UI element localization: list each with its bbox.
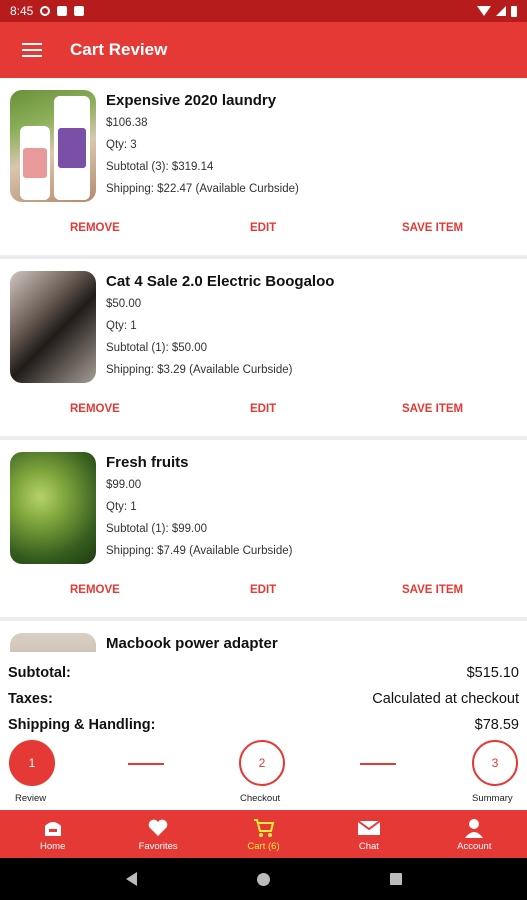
product-name: Macbook power adapter	[106, 635, 278, 652]
mail-icon	[357, 817, 381, 839]
bottom-navigation: Home Favorites Cart (6) Chat Account	[0, 810, 527, 858]
recent-apps-icon[interactable]	[389, 873, 402, 885]
sd-card-status-icon	[74, 6, 85, 16]
cart-icon	[253, 817, 275, 839]
cart-item-list[interactable]: Expensive 2020 laundry $106.38 Qty: 3 Su…	[0, 78, 527, 652]
product-price: $106.38	[106, 117, 148, 129]
cart-item-card: Macbook power adapter	[0, 621, 527, 652]
remove-button[interactable]: REMOVE	[70, 403, 120, 415]
hamburger-menu-icon[interactable]	[22, 43, 42, 57]
subtotal-label: Subtotal:	[8, 665, 71, 681]
step-review-label: Review	[15, 793, 47, 804]
product-qty: Qty: 1	[106, 320, 137, 332]
taxes-label: Taxes:	[8, 691, 53, 707]
notification-status-icon	[57, 6, 68, 16]
back-icon[interactable]	[125, 872, 137, 886]
system-navigation-bar	[0, 858, 527, 900]
edit-button[interactable]: EDIT	[250, 222, 276, 234]
nav-favorites-label: Favorites	[138, 840, 178, 852]
product-qty: Qty: 3	[106, 139, 137, 151]
step-checkout[interactable]: 2	[239, 740, 285, 786]
remove-button[interactable]: REMOVE	[70, 222, 120, 234]
nav-cart[interactable]: Cart (6)	[211, 810, 316, 858]
product-subtotal: Subtotal (1): $50.00	[106, 342, 208, 354]
nav-cart-label: Cart (6)	[247, 840, 280, 852]
signal-icon	[496, 6, 506, 16]
home-icon	[42, 817, 64, 839]
shipping-row: Shipping & Handling: $78.59	[8, 712, 519, 738]
save-item-button[interactable]: SAVE ITEM	[402, 584, 463, 596]
product-name: Expensive 2020 laundry	[106, 92, 277, 109]
product-image-fruit	[10, 452, 96, 564]
subtotal-row: Subtotal: $515.10	[8, 660, 519, 686]
nav-account[interactable]: Account	[422, 810, 527, 858]
order-totals: Subtotal: $515.10 Taxes: Calculated at c…	[0, 652, 527, 738]
checkout-stepper: 1 Review 2 Checkout 3 Summary	[0, 738, 527, 810]
product-shipping: Shipping: $22.47 (Available Curbside)	[106, 183, 299, 195]
remove-button[interactable]: REMOVE	[70, 584, 120, 596]
heart-icon	[147, 817, 169, 839]
save-item-button[interactable]: SAVE ITEM	[402, 403, 463, 415]
shipping-label: Shipping & Handling:	[8, 717, 156, 733]
edit-button[interactable]: EDIT	[250, 584, 276, 596]
product-qty: Qty: 1	[106, 501, 137, 513]
taxes-value: Calculated at checkout	[372, 691, 519, 707]
status-time: 8:45	[10, 4, 34, 18]
settings-status-icon	[40, 6, 51, 16]
step-connector	[128, 763, 164, 765]
step-summary-label: Summary	[472, 793, 513, 804]
product-subtotal: Subtotal (3): $319.14	[106, 161, 214, 173]
product-subtotal: Subtotal (1): $99.00	[106, 523, 208, 535]
status-bar: 8:45	[0, 0, 527, 22]
product-shipping: Shipping: $7.49 (Available Curbside)	[106, 545, 293, 557]
cart-item-card: Expensive 2020 laundry $106.38 Qty: 3 Su…	[0, 78, 527, 255]
app-bar: Cart Review	[0, 22, 527, 78]
taxes-row: Taxes: Calculated at checkout	[8, 686, 519, 712]
shipping-value: $78.59	[474, 717, 519, 733]
step-connector	[360, 763, 396, 765]
person-icon	[463, 817, 485, 839]
subtotal-value: $515.10	[466, 665, 519, 681]
battery-icon	[511, 5, 517, 17]
product-name: Fresh fruits	[106, 454, 189, 471]
step-checkout-label: Checkout	[240, 793, 281, 804]
nav-home-label: Home	[40, 840, 66, 852]
page-title: Cart Review	[70, 40, 168, 59]
product-price: $50.00	[106, 298, 142, 310]
nav-chat-label: Chat	[358, 840, 379, 852]
save-item-button[interactable]: SAVE ITEM	[402, 222, 463, 234]
product-shipping: Shipping: $3.29 (Available Curbside)	[106, 364, 293, 376]
home-circle-icon[interactable]	[256, 872, 270, 886]
nav-favorites[interactable]: Favorites	[105, 810, 210, 858]
cart-item-card: Cat 4 Sale 2.0 Electric Boogaloo $50.00 …	[0, 259, 527, 436]
step-summary[interactable]: 3	[472, 740, 518, 786]
product-name: Cat 4 Sale 2.0 Electric Boogaloo	[106, 273, 335, 290]
product-price: $99.00	[106, 479, 142, 491]
nav-home[interactable]: Home	[0, 810, 105, 858]
wifi-icon	[477, 6, 491, 16]
product-image-macbook-adapter	[10, 633, 96, 652]
product-image-laundry	[10, 90, 96, 202]
step-review[interactable]: 1	[9, 740, 55, 786]
cart-item-card: Fresh fruits $99.00 Qty: 1 Subtotal (1):…	[0, 440, 527, 617]
nav-chat[interactable]: Chat	[316, 810, 421, 858]
product-image-cat	[10, 271, 96, 383]
nav-account-label: Account	[457, 840, 492, 852]
edit-button[interactable]: EDIT	[250, 403, 276, 415]
